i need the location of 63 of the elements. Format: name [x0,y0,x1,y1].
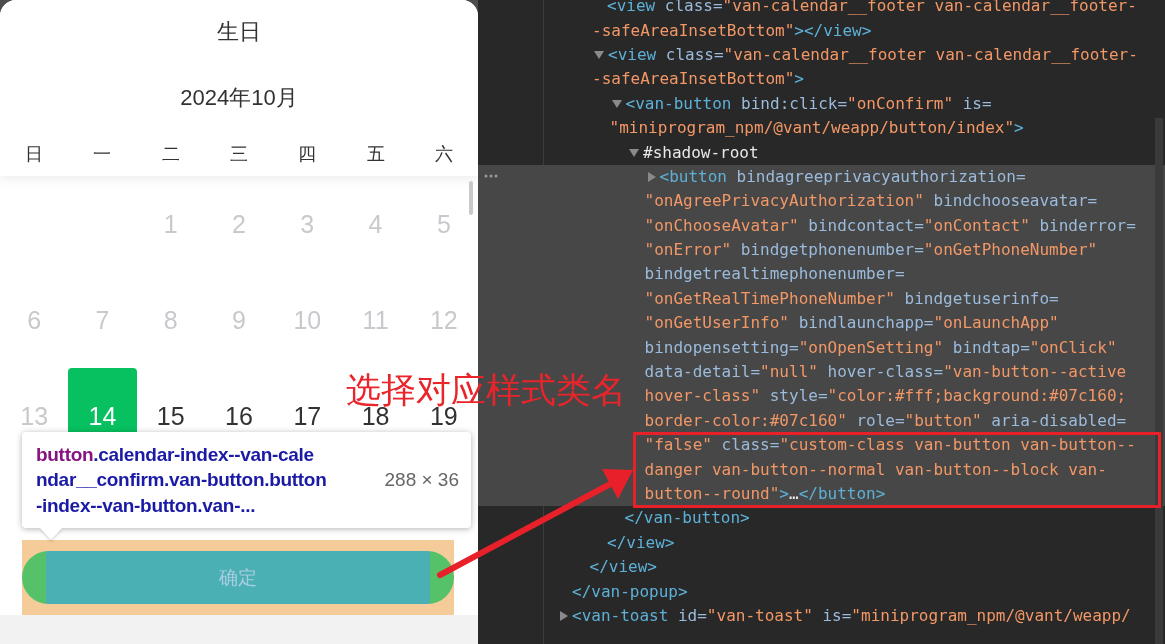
expanded-triangle-icon[interactable] [594,50,604,59]
code-line: -safeAreaInsetBottom"></view> [592,19,872,42]
code-line: </view> [607,531,675,554]
tree-row[interactable]: "onChooseAvatar" bindcontact="onContact" binderror= [478,213,1165,238]
weekday-label: 五 [365,143,386,166]
code-line: "onError" bindgetphonenumber="onGetPhoneNumber" [644,239,1098,262]
code-line: "onAgreePrivacyAuthorization" bindchooseavatar= [644,190,1098,213]
scrollbar-thumb[interactable] [469,181,473,215]
weekday-label: 四 [297,143,318,166]
code-line: border-color:#07c160" role="button" aria-disabled= [644,409,1127,432]
expanded-triangle-icon[interactable] [611,99,622,108]
code-line: <view class="van-calendar__footer van-calendar__footer- [608,43,1138,66]
collapsed-triangle-icon[interactable] [647,171,656,182]
tree-row[interactable]: #shadow-root [478,140,1165,165]
element-size: 288 × 36 [384,469,459,491]
code-line: <van-toast id="van-toast" is="miniprogram_npm/@vant/weapp/ [572,604,1131,627]
weekday-label: 三 [229,143,249,166]
code-line: "onChooseAvatar" bindcontact="onContact" binderror= [644,214,1136,237]
code-line: "onGetRealTimePhoneNumber" bindgetuserinfo= [644,287,1059,310]
code-line: -safeAreaInsetBottom"> [592,68,804,91]
code-line: </view> [589,556,657,579]
tree-row[interactable]: "miniprogram_npm/@vant/weapp/button/index"> [478,115,1165,141]
code-line: danger van-button--normal van-button--block van- [644,458,1107,481]
tree-row[interactable]: -safeAreaInsetBottom"></view> [478,18,1165,43]
tree-row[interactable]: <view class="van-calendar__footer van-calendar__footer- [478,42,1165,68]
tree-row[interactable]: <van-button bind:click="onConfirm" is= [478,91,1165,116]
tree-row[interactable]: "onGetRealTimePhoneNumber" bindgetuserinfo= [478,286,1165,312]
calendar-day[interactable]: 16 [221,401,257,431]
code-line: bindopensetting="onOpenSetting" bindtap="onClick" [644,336,1117,359]
code-line: hover-class" style="color:#fff;background:#07c160; [644,385,1127,408]
calendar-day[interactable]: 17 [289,401,326,431]
calendar-day[interactable]: 15 [152,401,189,431]
tree-row[interactable]: "onAgreePrivacyAuthorization" bindchooseavatar= [478,189,1165,214]
tree-row[interactable]: "onGetUserInfo" bindlaunchapp="onLaunchApp" [478,311,1165,336]
code-line: #shadow-root [643,141,759,164]
tree-row[interactable]: bindgetrealtimephonenumber= [478,262,1165,287]
code-line: "onGetUserInfo" bindlaunchapp="onLaunchApp" [644,312,1059,335]
code-line: "miniprogram_npm/@vant/weapp/button/index"> [609,117,1024,140]
code-line: <button bindagreeprivacyauthorization= [659,165,1026,188]
code-line: </van-button> [624,507,750,530]
popup-title: 生日 [217,18,261,46]
tree-row[interactable]: "false" class="custom-class van-button van-button-- [478,433,1165,458]
weekday-label: 一 [92,143,113,166]
tree-row[interactable]: danger van-button--normal van-button--block van- [478,457,1165,482]
code-line: data-detail="null" hover-class="van-button--active [644,361,1127,384]
weekday-label: 六 [433,143,454,166]
code-line: "false" class="custom-class van-button van-button-- [644,434,1136,457]
code-line: button--round">…</button> [644,483,886,505]
collapsed-triangle-icon[interactable] [560,610,568,621]
month-title: 2024年10月 [180,84,298,112]
weekday-label: 日 [24,143,45,166]
code-line: bindgetrealtimephonenumber= [644,263,905,286]
tree-row[interactable]: <button bindagreeprivacyauthorization= [478,164,1165,190]
weekday-label: 二 [160,143,181,166]
more-dots-icon[interactable] [484,173,498,178]
tree-row[interactable]: <van-toast id="van-toast" is="miniprogram_npm/@vant/weapp/ [478,603,1165,629]
tree-row[interactable]: bindopensetting="onOpenSetting" bindtap="onClick" [478,335,1165,360]
code-line: <van-button bind:click="onConfirm" is= [625,92,992,115]
tree-row[interactable]: -safeAreaInsetBottom"> [478,67,1165,92]
expanded-triangle-icon[interactable] [629,148,639,157]
scrollbar-track[interactable] [1155,118,1163,644]
code-line: </van-popup> [572,580,688,603]
tree-row[interactable]: "onError" bindgetphonenumber="onGetPhoneNumber" [478,237,1165,263]
